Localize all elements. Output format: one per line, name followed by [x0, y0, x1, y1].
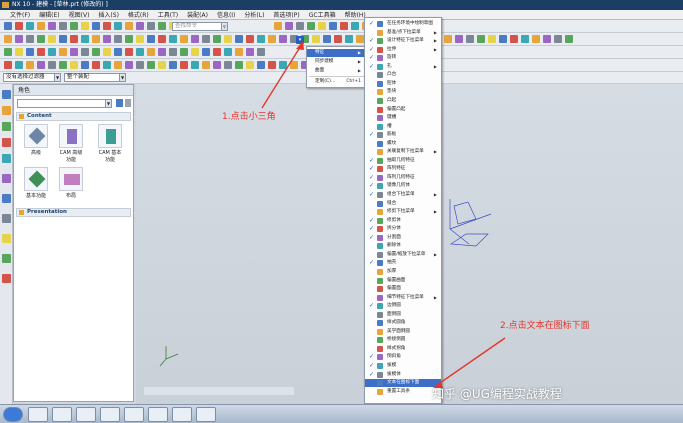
- taskbar-nx-icon[interactable]: [100, 407, 120, 422]
- annotation-arrows: [261, 41, 506, 388]
- taskbar-folder-icon[interactable]: [76, 407, 96, 422]
- start-button[interactable]: [3, 407, 23, 422]
- taskbar-word-icon[interactable]: [196, 407, 216, 422]
- annotation-step-2: 2.点击文本在图标下面: [500, 321, 590, 331]
- taskbar-browser-icon[interactable]: [172, 407, 192, 422]
- taskbar-ie-icon[interactable]: [28, 407, 48, 422]
- taskbar-explorer-icon[interactable]: [52, 407, 72, 422]
- annotation-step-1: 1.点击小三角: [222, 112, 276, 122]
- taskbar: [0, 404, 683, 423]
- taskbar-app-icon[interactable]: [148, 407, 168, 422]
- watermark: 知乎 @UG编程实战教程: [432, 387, 562, 401]
- taskbar-media-icon[interactable]: [124, 407, 144, 422]
